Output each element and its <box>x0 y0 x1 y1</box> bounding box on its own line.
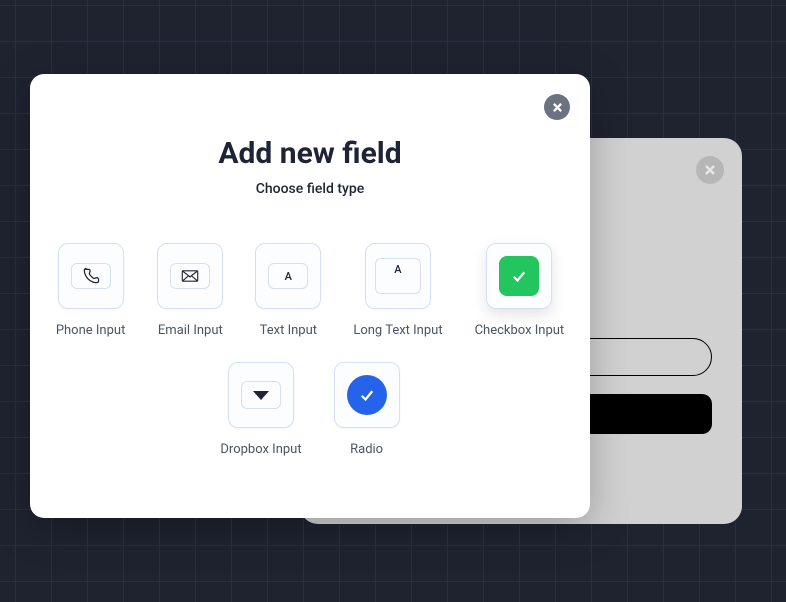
modal-title: Add new field <box>30 136 590 171</box>
radio-tile <box>334 362 400 428</box>
text-letter: A <box>285 270 292 283</box>
longtext-inner: A <box>375 258 421 294</box>
checkbox-tile <box>486 243 552 309</box>
check-icon <box>510 267 528 285</box>
mail-icon <box>181 270 199 282</box>
field-type-dropbox[interactable]: Dropbox Input <box>220 362 301 457</box>
dropbox-inner <box>241 381 281 409</box>
modal-subtitle: Choose field type <box>30 181 590 197</box>
dropbox-tile <box>228 362 294 428</box>
field-type-phone[interactable]: Phone Input <box>56 243 126 338</box>
text-label: Text Input <box>260 323 317 338</box>
field-type-radio[interactable]: Radio <box>334 362 400 457</box>
radio-label: Radio <box>350 442 383 457</box>
email-inner <box>170 263 210 289</box>
background-close-button[interactable] <box>696 156 724 184</box>
checkbox-badge <box>499 256 539 296</box>
close-icon <box>552 102 563 113</box>
modal-close-button[interactable] <box>544 94 570 120</box>
phone-inner <box>71 263 111 289</box>
field-type-checkbox[interactable]: Checkbox Input <box>475 243 565 338</box>
add-field-modal: Add new field Choose field type Phone In… <box>30 74 590 518</box>
email-tile <box>157 243 223 309</box>
longtext-tile: A <box>365 243 431 309</box>
phone-tile <box>58 243 124 309</box>
text-inner: A <box>268 263 308 289</box>
field-type-email[interactable]: Email Input <box>157 243 223 338</box>
phone-label: Phone Input <box>56 323 126 338</box>
checkbox-label: Checkbox Input <box>475 323 565 338</box>
longtext-letter: A <box>394 263 401 276</box>
email-label: Email Input <box>158 323 223 338</box>
phone-icon <box>81 266 101 286</box>
field-type-row-1: Phone Input Email Input A Text <box>30 243 590 338</box>
caret-down-icon <box>253 391 269 400</box>
check-icon <box>358 386 376 404</box>
close-icon <box>704 164 716 176</box>
radio-badge <box>347 375 387 415</box>
field-type-longtext[interactable]: A Long Text Input <box>353 243 442 338</box>
field-type-row-2: Dropbox Input Radio <box>30 362 590 457</box>
text-tile: A <box>255 243 321 309</box>
field-type-text[interactable]: A Text Input <box>255 243 321 338</box>
dropbox-label: Dropbox Input <box>220 442 301 457</box>
longtext-label: Long Text Input <box>353 323 442 338</box>
